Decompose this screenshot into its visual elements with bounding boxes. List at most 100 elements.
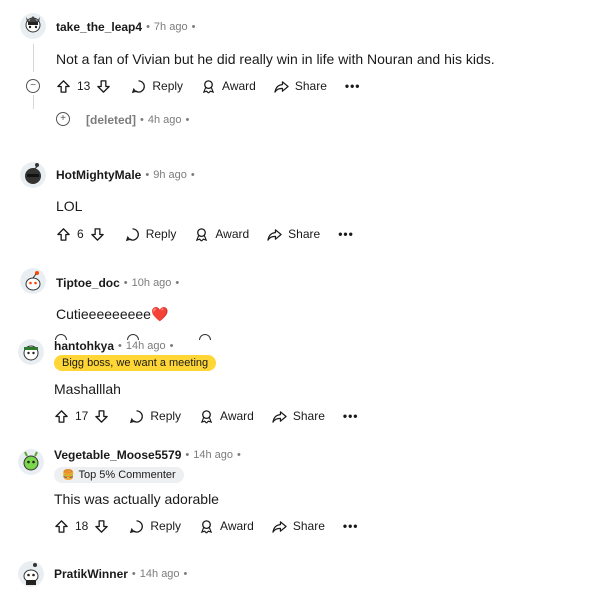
burger-icon: 🍔 (62, 469, 75, 481)
deleted-user: [deleted] (86, 113, 137, 127)
upvote-icon[interactable] (54, 409, 69, 424)
separator: • (140, 114, 144, 126)
share-icon (267, 228, 282, 241)
award-label: Award (220, 519, 254, 533)
award-label: Award (220, 409, 254, 423)
vote-count: 6 (77, 227, 84, 241)
separator: • (123, 277, 128, 289)
separator: • (185, 114, 190, 126)
username[interactable]: take_the_leap4 (56, 20, 142, 34)
user-flair: 🍔 Top 5% Commenter (54, 467, 184, 483)
separator: • (169, 340, 174, 352)
upvote-icon[interactable] (54, 519, 69, 534)
separator: • (175, 277, 180, 289)
reply-label: Reply (152, 79, 184, 93)
separator: • (146, 21, 150, 33)
reply-button[interactable]: Reply (129, 519, 181, 534)
expand-thread-button[interactable]: + (56, 112, 70, 126)
downvote-icon[interactable] (96, 79, 111, 94)
vote-count: 18 (75, 519, 89, 533)
avatar[interactable] (18, 449, 44, 475)
award-button[interactable]: Award (194, 227, 249, 242)
award-button[interactable]: Award (199, 409, 254, 424)
share-label: Share (294, 79, 327, 93)
reply-icon (130, 409, 144, 423)
comment-body: Not a fan of Vivian but he did really wi… (56, 51, 495, 67)
collapse-thread-button[interactable]: − (26, 79, 40, 93)
avatar[interactable] (18, 339, 44, 365)
share-label: Share (288, 227, 321, 241)
reply-button[interactable]: Reply (131, 79, 183, 94)
share-button[interactable]: Share (267, 227, 320, 242)
username[interactable]: PratikWinner (54, 567, 128, 581)
comment-body: LOL (56, 198, 83, 214)
separator: • (237, 449, 241, 461)
comment-body: Mashalllah (54, 381, 121, 397)
more-options-button[interactable]: ••• (343, 409, 359, 423)
share-icon (272, 520, 287, 533)
reply-icon (125, 227, 139, 241)
downvote-icon[interactable] (94, 519, 109, 534)
award-button[interactable]: Award (201, 79, 256, 94)
separator: • (118, 340, 122, 352)
downvote-icon[interactable] (90, 227, 105, 242)
comment-body: Cutieeeeeeeee (56, 306, 151, 322)
reply-icon (130, 519, 144, 533)
comment-body: This was actually adorable (54, 491, 219, 507)
separator: • (145, 169, 150, 181)
avatar[interactable] (20, 162, 46, 188)
username[interactable]: Tiptoe_doc (56, 276, 120, 290)
award-icon (196, 227, 208, 241)
timestamp[interactable]: 4h ago (148, 114, 182, 126)
separator: • (190, 169, 195, 181)
separator: • (185, 449, 190, 461)
avatar[interactable] (18, 561, 44, 587)
reply-icon (132, 79, 146, 93)
username[interactable]: hantohkya (54, 339, 114, 353)
reply-button[interactable]: Reply (125, 227, 177, 242)
heart-emoji: ❤️ (150, 306, 169, 322)
more-options-button[interactable]: ••• (345, 79, 361, 93)
share-icon (274, 80, 289, 93)
share-icon (272, 410, 287, 423)
vote-count: 17 (75, 409, 89, 423)
timestamp[interactable]: 7h ago (154, 21, 188, 33)
comment-body-container: Cutieeeeeeeee❤️ (56, 306, 168, 323)
timestamp[interactable]: 10h ago (132, 277, 172, 289)
thread-line[interactable] (33, 44, 34, 72)
share-label: Share (292, 409, 325, 423)
award-icon (200, 519, 213, 533)
timestamp[interactable]: 14h ago (140, 568, 180, 580)
reply-label: Reply (150, 409, 182, 423)
username[interactable]: HotMightyMale (56, 168, 141, 182)
separator: • (131, 568, 136, 580)
avatar[interactable] (20, 13, 46, 39)
reply-button[interactable]: Reply (129, 409, 181, 424)
reply-label: Reply (150, 519, 182, 533)
thread-line[interactable] (33, 95, 34, 109)
reply-label: Reply (145, 227, 177, 241)
downvote-icon[interactable] (94, 409, 109, 424)
more-options-button[interactable]: ••• (338, 227, 354, 241)
vote-count: 13 (77, 79, 91, 93)
award-button[interactable]: Award (199, 519, 254, 534)
award-label: Award (215, 227, 250, 241)
share-button[interactable]: Share (272, 519, 325, 534)
share-label: Share (292, 519, 325, 533)
timestamp[interactable]: 9h ago (153, 169, 187, 181)
avatar[interactable] (20, 268, 46, 294)
upvote-icon[interactable] (56, 79, 71, 94)
upvote-icon[interactable] (56, 227, 71, 242)
separator: • (183, 568, 188, 580)
award-icon (200, 409, 213, 423)
more-options-button[interactable]: ••• (343, 519, 359, 533)
user-flair: Bigg boss, we want a meeting (54, 355, 217, 371)
timestamp[interactable]: 14h ago (126, 340, 166, 352)
timestamp[interactable]: 14h ago (193, 449, 233, 461)
share-button[interactable]: Share (272, 409, 325, 424)
share-button[interactable]: Share (274, 79, 327, 94)
user-flair-label: Top 5% Commenter (78, 469, 176, 481)
award-icon (202, 79, 215, 93)
username[interactable]: Vegetable_Moose5579 (54, 448, 181, 462)
separator: • (191, 21, 196, 33)
